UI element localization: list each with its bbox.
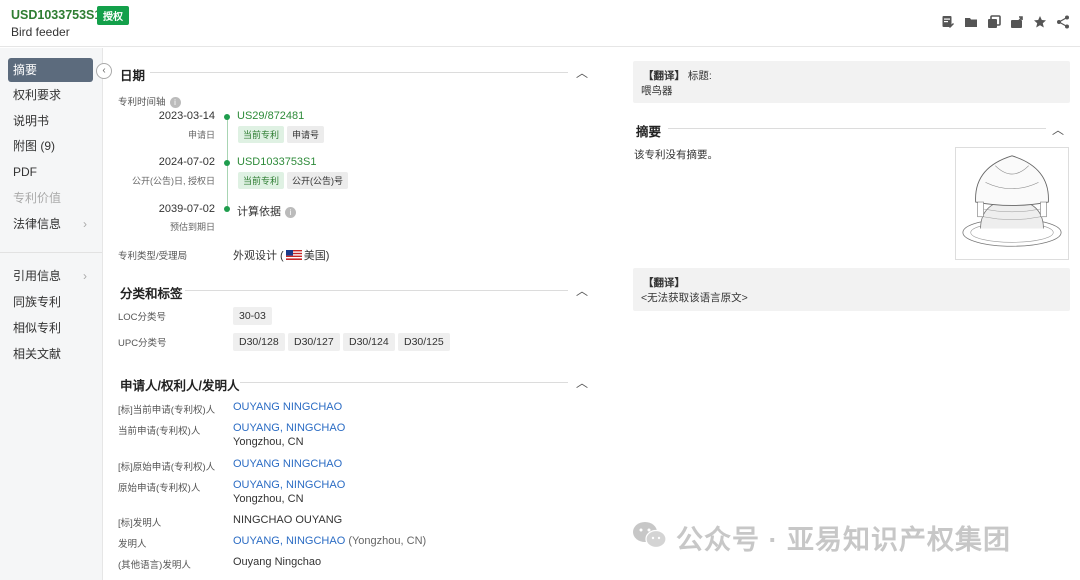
folder-icon[interactable]: [964, 15, 978, 29]
sidebar-item-patent-value[interactable]: 专利价值: [8, 186, 93, 210]
share-icon[interactable]: [1056, 15, 1070, 29]
timeline-date-label: 预估到期日: [169, 222, 215, 232]
abstract-text: 该专利没有摘要。: [634, 149, 718, 161]
upc-chip[interactable]: D30/127: [288, 333, 340, 351]
collapse-sidebar-button[interactable]: ‹: [96, 63, 112, 79]
section-title-abstract: 摘要: [636, 125, 662, 139]
timeline-label: 专利时间轴 i: [118, 94, 181, 108]
inventor-label: [标]发明人: [118, 518, 162, 529]
timeline-dot: [224, 160, 230, 166]
applicant-label: [标]当前申请(专利权)人: [118, 405, 216, 416]
sidebar-item-label: 引用信息: [13, 269, 62, 283]
section-title-classification: 分类和标签: [120, 287, 183, 301]
sidebar-item-claims[interactable]: 权利要求: [8, 83, 93, 107]
upc-chip[interactable]: D30/124: [343, 333, 395, 351]
sidebar-item-family[interactable]: 同族专利: [8, 290, 93, 314]
applicant-label: [标]原始申请(专利权)人: [118, 462, 216, 473]
sidebar-item-citations[interactable]: 引用信息 ›: [8, 264, 93, 288]
applicant-link[interactable]: OUYANG NINGCHAO: [233, 458, 342, 470]
info-icon[interactable]: i: [169, 96, 181, 108]
info-icon[interactable]: i: [285, 206, 296, 218]
section-divider: [185, 290, 568, 291]
section-divider: [240, 382, 568, 383]
us-flag-icon: [285, 250, 302, 260]
inventor-name: Ouyang Ningchao: [233, 556, 322, 568]
sidebar-item-abstract[interactable]: 摘要: [8, 58, 93, 82]
original-text-box: 【翻译】 <无法获取该语言原文>: [633, 268, 1070, 311]
copy-icon[interactable]: [987, 15, 1001, 29]
applicant-location: Yongzhou, CN: [233, 436, 304, 448]
header-actions: [941, 15, 1070, 29]
application-number-tag: 申请号: [287, 126, 325, 143]
timeline-date: 2023-03-14: [158, 110, 215, 122]
timeline-date-label: 申请日: [187, 130, 215, 140]
applicant-link[interactable]: OUYANG, NINGCHAO: [233, 422, 345, 434]
upc-chip[interactable]: D30/128: [233, 333, 285, 351]
edit-note-icon[interactable]: [941, 15, 955, 29]
inventor-link[interactable]: OUYANG, NINGCHAO: [233, 535, 345, 547]
inventor-label: (其他语言)发明人: [118, 560, 191, 571]
patent-title: Bird feeder: [11, 25, 70, 39]
translate-tag: 【翻译】: [643, 70, 685, 82]
upc-label: UPC分类号: [118, 338, 167, 349]
applicant-link[interactable]: OUYANG, NINGCHAO: [233, 479, 345, 491]
sidebar-item-similar[interactable]: 相似专利: [8, 316, 93, 340]
sidebar-item-label: 法律信息: [13, 217, 62, 231]
timeline-date-label: 公开(公告)日, 授权日: [132, 176, 215, 186]
applicant-location: Yongzhou, CN: [233, 493, 304, 505]
status-badge: 授权: [97, 6, 129, 25]
chevron-right-icon: ›: [83, 269, 87, 283]
applicant-link[interactable]: OUYANG NINGCHAO: [233, 401, 342, 413]
export-icon[interactable]: [1010, 15, 1024, 29]
patent-type-label: 专利类型/受理局: [118, 251, 188, 262]
translated-title-value: 喂鸟器: [641, 85, 673, 97]
section-divider: [668, 128, 1046, 129]
chevron-up-icon[interactable]: ︿: [1052, 121, 1064, 138]
star-icon[interactable]: [1033, 15, 1047, 29]
upc-chip[interactable]: D30/125: [398, 333, 450, 351]
loc-label: LOC分类号: [118, 312, 167, 323]
applicant-label: 当前申请(专利权)人: [118, 426, 201, 437]
chevron-up-icon[interactable]: ︿: [576, 64, 588, 81]
bird-feeder-drawing-icon: [962, 155, 1062, 247]
current-patent-tag: 当前专利: [238, 172, 285, 189]
section-divider: [150, 72, 568, 73]
timeline-dot: [224, 114, 230, 120]
section-title-dates: 日期: [120, 69, 146, 83]
chevron-up-icon[interactable]: ︿: [576, 374, 588, 391]
loc-chip[interactable]: 30-03: [233, 307, 272, 325]
timeline-date: 2024-07-02: [158, 156, 215, 168]
patent-type-value: 外观设计 (美国): [233, 250, 330, 262]
current-patent-tag: 当前专利: [238, 126, 285, 143]
timeline-date: 2039-07-02: [158, 203, 215, 215]
translate-tag: 【翻译】: [643, 277, 685, 289]
timeline-dot: [224, 206, 230, 212]
applicant-label: 原始申请(专利权)人: [118, 483, 201, 494]
application-number-link[interactable]: US29/872481: [237, 110, 304, 122]
calculation-basis: 计算依据 i: [237, 203, 296, 219]
sidebar-divider: [0, 252, 102, 253]
wechat-icon: [633, 522, 667, 549]
publication-number-link[interactable]: USD1033753S1: [237, 156, 317, 168]
publication-number-tag: 公开(公告)号: [287, 172, 348, 189]
translated-title-box: 【翻译】 标题: 喂鸟器: [633, 61, 1070, 103]
sidebar-item-related-docs[interactable]: 相关文献: [8, 342, 93, 366]
drawing-thumbnail[interactable]: [955, 147, 1069, 260]
translated-title-line: 【翻译】 标题:: [643, 70, 712, 82]
watermark-text: 公众号 · 亚易知识产权集团: [676, 525, 1011, 555]
no-source-text: <无法获取该语言原文>: [641, 292, 748, 304]
inventor-name: NINGCHAO OUYANG: [233, 514, 343, 526]
inventor-label: 发明人: [118, 539, 147, 550]
patent-header: USD1033753S1 授权 Bird feeder: [0, 0, 1080, 47]
section-title-applicants: 申请人/权利人/发明人: [120, 379, 240, 393]
chevron-up-icon[interactable]: ︿: [576, 282, 588, 299]
inventor-value: OUYANG, NINGCHAO (Yongzhou, CN): [233, 535, 427, 547]
patent-number: USD1033753S1: [11, 8, 102, 22]
